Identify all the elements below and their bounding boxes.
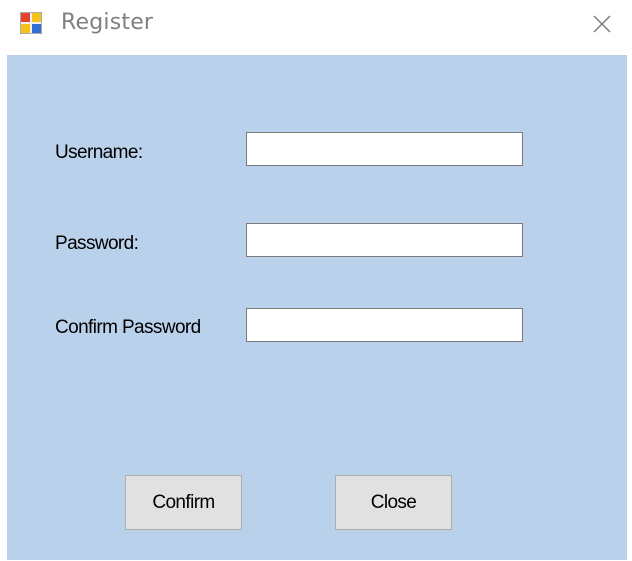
close-button[interactable]: Close: [335, 475, 452, 530]
windows-form-icon: [20, 12, 42, 34]
password-input[interactable]: [246, 223, 523, 257]
register-window: Register Username: Password: Confirm Pas…: [0, 0, 632, 561]
username-input[interactable]: [246, 132, 523, 166]
confirm-password-input[interactable]: [246, 308, 523, 342]
confirm-password-label: Confirm Password: [55, 317, 201, 338]
close-icon[interactable]: [592, 14, 612, 34]
password-label: Password:: [55, 233, 139, 254]
username-label: Username:: [55, 142, 143, 163]
window-title: Register: [61, 10, 154, 35]
form-client-area: Username: Password: Confirm Password Con…: [7, 55, 627, 560]
confirm-button[interactable]: Confirm: [125, 475, 242, 530]
title-bar[interactable]: Register: [0, 0, 632, 54]
